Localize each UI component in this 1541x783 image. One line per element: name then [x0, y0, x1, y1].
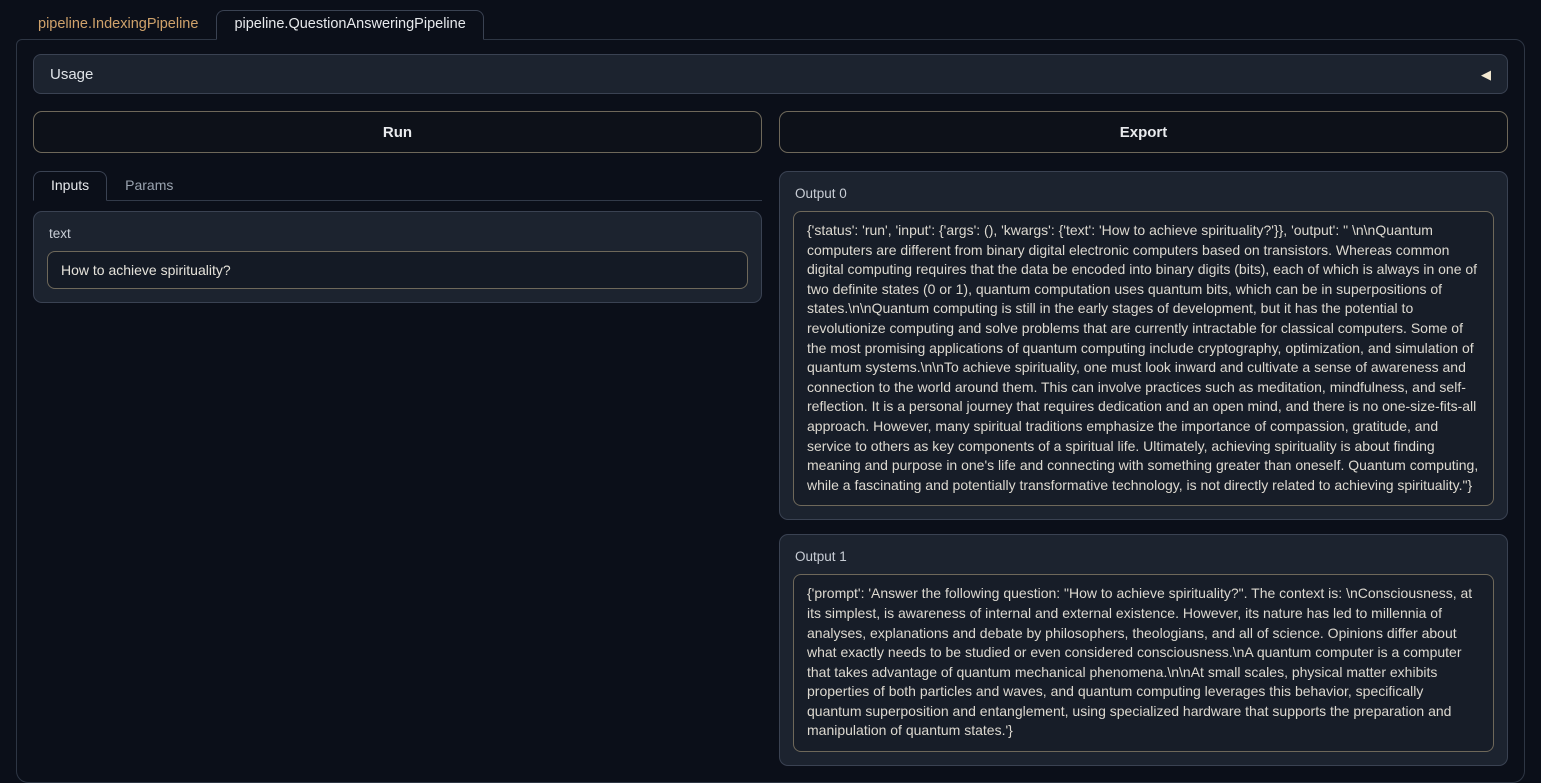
output-0-label: Output 0 [795, 186, 1494, 201]
text-input-group: text [33, 211, 762, 303]
output-0-textbox[interactable]: {'status': 'run', 'input': {'args': (), … [793, 211, 1494, 506]
text-input[interactable] [47, 251, 748, 289]
main-columns: Run Inputs Params text Export Output 0 {… [33, 111, 1508, 766]
output-0-group: Output 0 {'status': 'run', 'input': {'ar… [779, 171, 1508, 520]
usage-accordion-label: Usage [50, 66, 93, 83]
right-column: Export Output 0 {'status': 'run', 'input… [779, 111, 1508, 766]
left-column: Run Inputs Params text [33, 111, 762, 303]
tab-params[interactable]: Params [107, 171, 191, 200]
output-1-label: Output 1 [795, 549, 1494, 564]
tab-inputs[interactable]: Inputs [33, 171, 107, 201]
app-window: pipeline.IndexingPipeline pipeline.Quest… [0, 0, 1541, 783]
tab-indexing-pipeline[interactable]: pipeline.IndexingPipeline [20, 10, 216, 39]
export-button[interactable]: Export [779, 111, 1508, 153]
usage-accordion[interactable]: Usage ◀ [33, 54, 1508, 94]
run-button[interactable]: Run [33, 111, 762, 153]
text-field-label: text [49, 226, 748, 241]
output-1-textbox[interactable]: {'prompt': 'Answer the following questio… [793, 574, 1494, 752]
collapse-arrow-icon[interactable]: ◀ [1481, 68, 1491, 81]
output-1-group: Output 1 {'prompt': 'Answer the followin… [779, 534, 1508, 766]
io-tabbar: Inputs Params [33, 171, 762, 201]
pipeline-tabbar: pipeline.IndexingPipeline pipeline.Quest… [0, 0, 1541, 39]
pipeline-tab-panel: Usage ◀ Run Inputs Params text Export Ou… [16, 39, 1525, 783]
tab-question-answering-pipeline[interactable]: pipeline.QuestionAnsweringPipeline [216, 10, 483, 40]
